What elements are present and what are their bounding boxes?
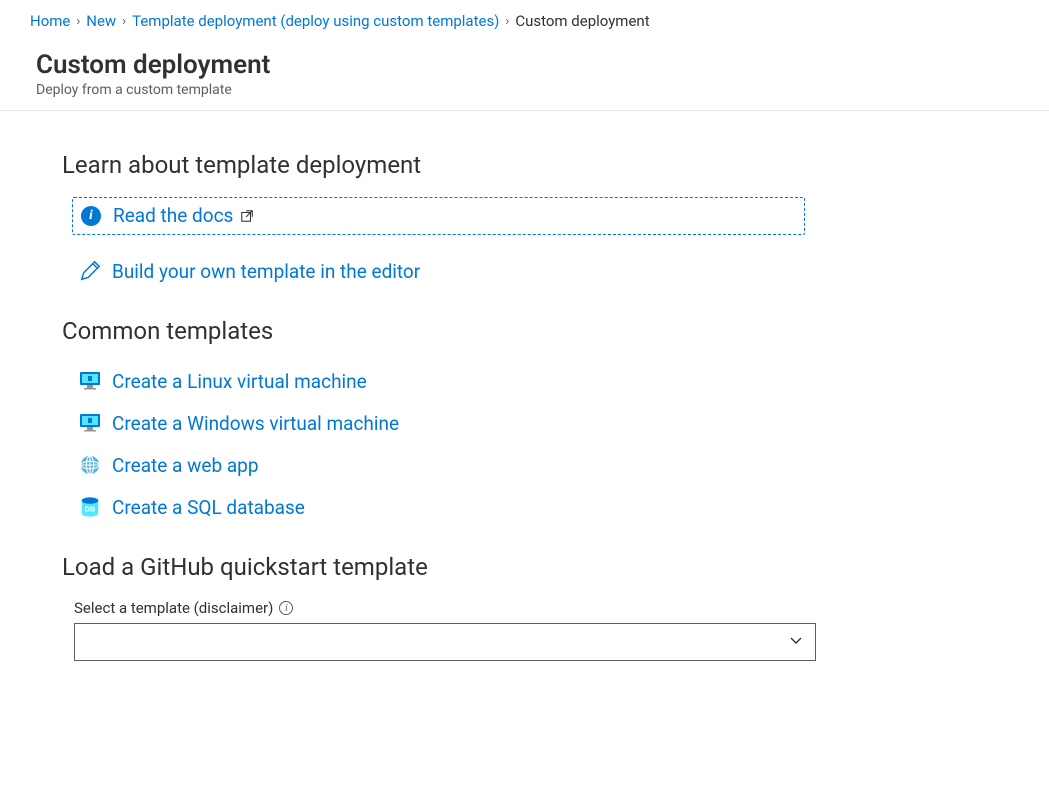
link-build-template[interactable]: Build your own template in the editor: [72, 253, 989, 289]
svg-text:DB: DB: [85, 505, 96, 514]
template-select[interactable]: [74, 623, 816, 661]
section-title-learn: Learn about template deployment: [62, 151, 989, 179]
page-title: Custom deployment: [36, 50, 1025, 80]
breadcrumb-separator-icon: ›: [122, 14, 126, 29]
breadcrumb-separator-icon: ›: [505, 14, 509, 29]
link-create-sql-db[interactable]: DB Create a SQL database: [72, 489, 989, 525]
link-label: Create a Windows virtual machine: [112, 412, 399, 435]
breadcrumb-template-deployment[interactable]: Template deployment (deploy using custom…: [132, 12, 499, 30]
link-label: Read the docs: [113, 204, 233, 227]
breadcrumb-new[interactable]: New: [86, 12, 116, 30]
vm-icon: [78, 411, 102, 435]
vm-icon: [78, 369, 102, 393]
link-label: Create a SQL database: [112, 496, 305, 519]
link-create-webapp[interactable]: Create a web app: [72, 447, 989, 483]
breadcrumb: Home › New › Template deployment (deploy…: [0, 0, 1049, 40]
external-link-icon: [240, 205, 254, 228]
section-title-common: Common templates: [62, 317, 989, 345]
content-area: Learn about template deployment i Read t…: [0, 111, 1049, 681]
page-header: Custom deployment Deploy from a custom t…: [0, 40, 1049, 111]
link-label: Create a web app: [112, 454, 259, 477]
webapp-icon: [78, 453, 102, 477]
info-icon: i: [79, 204, 103, 228]
link-label: Create a Linux virtual machine: [112, 370, 367, 393]
info-outline-icon[interactable]: i: [279, 601, 293, 615]
section-title-quickstart: Load a GitHub quickstart template: [62, 553, 989, 581]
page-subtitle: Deploy from a custom template: [36, 82, 1025, 98]
breadcrumb-home[interactable]: Home: [30, 12, 70, 30]
link-create-windows-vm[interactable]: Create a Windows virtual machine: [72, 405, 989, 441]
select-template-label: Select a template (disclaimer) i: [74, 599, 989, 617]
breadcrumb-separator-icon: ›: [76, 14, 80, 29]
breadcrumb-current: Custom deployment: [515, 12, 649, 30]
pencil-icon: [78, 259, 102, 283]
link-read-docs[interactable]: i Read the docs: [72, 197, 805, 235]
template-select-input[interactable]: [74, 623, 816, 661]
link-create-linux-vm[interactable]: Create a Linux virtual machine: [72, 363, 989, 399]
link-label: Build your own template in the editor: [112, 260, 420, 283]
database-icon: DB: [78, 495, 102, 519]
